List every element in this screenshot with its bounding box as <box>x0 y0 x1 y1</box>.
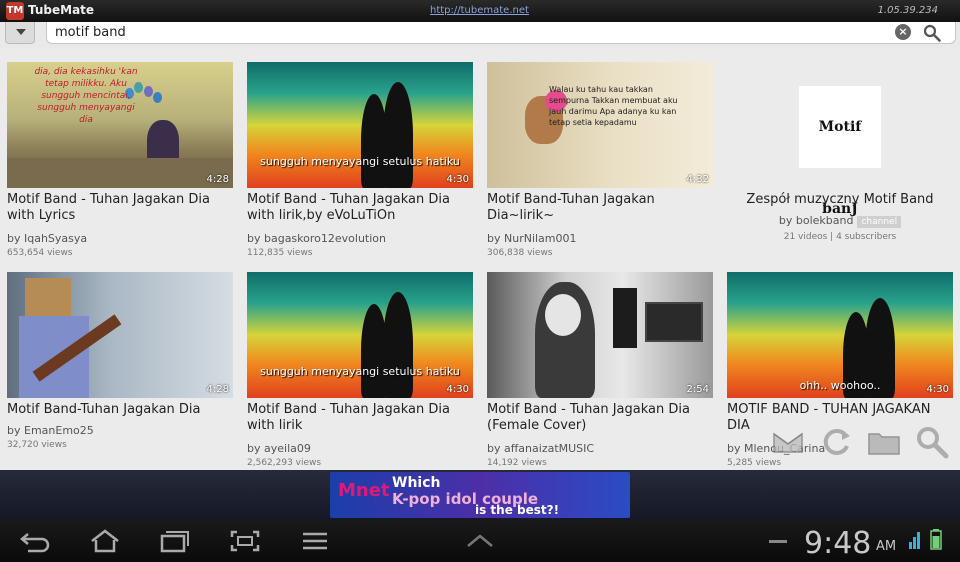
video-title[interactable]: Motif Band - Tuhan Jagakan Dia with liri… <box>247 192 477 224</box>
duration-label: 4:30 <box>926 384 949 395</box>
video-card[interactable]: dia, dia kekasihku 'kan tetap milikku. A… <box>7 62 239 268</box>
channel-stats: 21 videos | 4 subscribers <box>783 232 897 242</box>
duration-label: 2:54 <box>686 384 709 395</box>
video-title[interactable]: Motif Band-Tuhan Jagakan Dia~lirik~ <box>487 192 717 224</box>
results-grid: dia, dia kekasihku 'kan tetap milikku. A… <box>0 48 960 470</box>
duration-label: 4:28 <box>206 174 229 185</box>
ad-bar: Mnet Which K-pop idol couple is the best… <box>0 470 960 520</box>
search-box: × <box>46 22 956 44</box>
chevron-up-icon[interactable] <box>463 528 497 554</box>
refresh-icon[interactable] <box>818 424 854 460</box>
signal-icon <box>909 532 920 549</box>
battery-icon <box>930 529 942 550</box>
system-nav-bar: 9:48 AM <box>0 520 960 562</box>
thumbnail-caption: Walau ku tahu kau takkan sempurna Takkan… <box>549 85 678 127</box>
app-root: TM TubeMate http://tubemate.net 1.05.39.… <box>0 0 960 562</box>
video-views: 306,838 views <box>487 248 553 258</box>
title-bar: TM TubeMate http://tubemate.net 1.05.39.… <box>0 0 960 22</box>
video-author[interactable]: by EmanEmo25 <box>7 424 94 437</box>
home-icon[interactable] <box>88 528 122 554</box>
channel-author-name[interactable]: by bolekband <box>779 214 854 227</box>
video-thumbnail[interactable]: Walau ku tahu kau takkan sempurna Takkan… <box>487 62 713 188</box>
thumbnail-caption: sungguh menyayangi setulus hatiku <box>260 155 460 168</box>
video-thumbnail[interactable]: sungguh menyayangi setulus hatiku 4:30 <box>247 62 473 188</box>
search-row: × <box>0 22 960 48</box>
recent-apps-icon[interactable] <box>158 528 192 554</box>
video-title[interactable]: Motif Band - Tuhan Jagakan Dia with Lyri… <box>7 192 237 224</box>
app-version: 1.05.39.234 <box>877 5 938 16</box>
monitor-image <box>645 302 703 342</box>
back-icon[interactable] <box>18 528 52 554</box>
duration-label: 4:30 <box>446 384 469 395</box>
search-icon[interactable] <box>923 24 941 42</box>
video-card[interactable]: Walau ku tahu kau takkan sempurna Takkan… <box>487 62 719 268</box>
video-views: 32,720 views <box>7 440 67 450</box>
video-views: 112,835 views <box>247 248 313 258</box>
video-card[interactable]: 4:28 Motif Band-Tuhan Jagakan Dia by Ema… <box>7 272 239 470</box>
video-views: 14,192 views <box>487 458 547 468</box>
channel-badge: channel <box>857 216 902 228</box>
clock-time: 9:48 <box>804 526 872 561</box>
video-views: 2,562,293 views <box>247 458 322 468</box>
video-author[interactable]: by NurNilam001 <box>487 232 577 245</box>
duration-label: 4:32 <box>686 174 709 185</box>
video-thumbnail[interactable]: 4:28 <box>7 272 233 398</box>
video-author[interactable]: by affanaizatMUSIC <box>487 442 594 455</box>
video-card[interactable]: sungguh menyayangi setulus hatiku 4:30 M… <box>247 62 479 268</box>
video-thumbnail[interactable]: 2:54 <box>487 272 713 398</box>
tubemate-logo-icon: TM <box>6 2 24 20</box>
dropdown-menu-button[interactable] <box>5 22 35 44</box>
menu-icon[interactable] <box>298 528 332 554</box>
video-author[interactable]: by IqahSyasya <box>7 232 87 245</box>
video-author[interactable]: by ayeila09 <box>247 442 311 455</box>
screenshot-icon[interactable] <box>228 528 262 554</box>
search-input[interactable] <box>55 23 875 41</box>
cardboard-box-head <box>25 278 71 316</box>
video-thumbnail[interactable]: dia, dia kekasihku 'kan tetap milikku. A… <box>7 62 233 188</box>
speaker-image <box>613 288 637 348</box>
mail-icon[interactable] <box>770 424 806 460</box>
channel-title[interactable]: Zespół muzyczny Motif Band <box>727 192 953 207</box>
channel-author: by bolekband channel <box>727 214 953 228</box>
video-views: 653,654 views <box>7 248 73 258</box>
video-card[interactable]: 2:54 Motif Band - Tuhan Jagakan Dia (Fem… <box>487 272 719 470</box>
channel-card[interactable]: Motif banJ Zespół muzyczny Motif Band by… <box>727 62 959 268</box>
video-title[interactable]: Motif Band-Tuhan Jagakan Dia <box>7 402 237 418</box>
ad-line-3: is the best?! <box>475 503 560 517</box>
duration-label: 4:28 <box>206 384 229 395</box>
thumbnail-caption: dia, dia kekasihku 'kan tetap milikku. A… <box>34 67 138 125</box>
video-author[interactable]: by bagaskoro12evolution <box>247 232 386 245</box>
video-thumbnail[interactable]: ohh.. woohoo.. 4:30 <box>727 272 953 398</box>
search-magnifier-icon[interactable] <box>914 424 950 460</box>
thumbnail-caption: sungguh menyayangi setulus hatiku <box>260 365 460 378</box>
video-title[interactable]: Motif Band - Tuhan Jagakan Dia (Female C… <box>487 402 717 434</box>
video-title[interactable]: Motif Band - Tuhan Jagakan Dia with liri… <box>247 402 477 434</box>
thumbnail-caption: ohh.. woohoo.. <box>799 379 881 392</box>
site-link[interactable]: http://tubemate.net <box>430 5 529 16</box>
ad-banner[interactable]: Mnet Which K-pop idol couple is the best… <box>330 472 630 518</box>
app-name: TubeMate <box>28 3 95 17</box>
folder-icon[interactable] <box>866 424 902 460</box>
video-card[interactable]: sungguh menyayangi setulus hatiku 4:30 M… <box>247 272 479 470</box>
duration-label: 4:30 <box>446 174 469 185</box>
clock-ampm: AM <box>876 539 897 554</box>
channel-logo[interactable]: Motif banJ <box>799 86 881 217</box>
clear-icon[interactable]: × <box>895 24 911 40</box>
minimize-icon[interactable] <box>769 540 787 543</box>
ad-brand: Mnet <box>338 480 390 501</box>
ad-line-1: Which <box>392 475 441 491</box>
video-thumbnail[interactable]: sungguh menyayangi setulus hatiku 4:30 <box>247 272 473 398</box>
